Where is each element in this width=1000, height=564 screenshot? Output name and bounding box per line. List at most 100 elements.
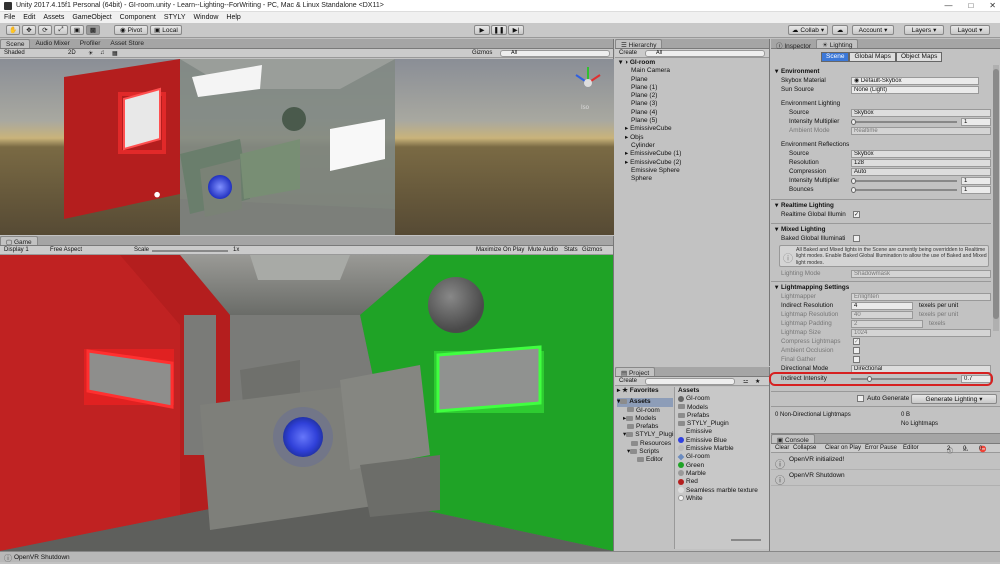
menu-component[interactable]: Component (120, 14, 156, 21)
resolution-dropdown[interactable]: 128 (851, 159, 991, 167)
tab-console[interactable]: ▣ Console (771, 434, 815, 444)
mixed-lighting-header[interactable]: Mixed Lighting (781, 226, 825, 233)
console-message[interactable]: ⓘ OpenVR Shutdown (771, 470, 1000, 487)
project-folder-item[interactable]: ▾ Scripts (617, 448, 673, 456)
intensity-field[interactable]: 1 (961, 118, 991, 126)
scrollbar-thumb[interactable] (993, 69, 999, 319)
hierarchy-item[interactable]: ▸ EmissiveCube (619, 125, 769, 133)
asset-item[interactable]: GI-room (677, 453, 769, 461)
reflection-source-dropdown[interactable]: Skybox (851, 150, 991, 158)
lightmapping-header[interactable]: Lightmapping Settings (781, 284, 849, 291)
hierarchy-item[interactable]: Plane (5) (619, 117, 769, 125)
subtab-global-maps[interactable]: Global Maps (849, 52, 896, 62)
console-message[interactable]: ⓘ OpenVR initialized! (771, 454, 1000, 471)
hierarchy-item[interactable]: ▸ EmissiveCube (2) (619, 159, 769, 167)
auto-generate-checkbox[interactable] (857, 395, 864, 402)
hierarchy-item[interactable]: Sphere (619, 175, 769, 183)
menu-edit[interactable]: Edit (23, 14, 35, 21)
env-source-dropdown[interactable]: Skybox (851, 109, 991, 117)
reflection-intensity-slider[interactable] (851, 178, 957, 184)
asset-item[interactable]: Emissive (678, 428, 769, 436)
reflection-intensity-field[interactable]: 1 (961, 177, 991, 185)
ambient-mode-dropdown[interactable]: Realtime (851, 127, 991, 135)
clear-button[interactable]: Clear (775, 445, 789, 451)
slider-knob[interactable] (851, 187, 856, 193)
play-button[interactable]: ▶ (474, 25, 490, 35)
favorites-item[interactable]: ▸ ★ Favorites (617, 387, 673, 395)
pause-button[interactable]: ❚❚ (491, 25, 507, 35)
asset-item[interactable]: Marble (678, 470, 769, 478)
tab-lighting[interactable]: ☀ Lighting (816, 39, 859, 49)
hierarchy-item[interactable]: Plane (1) (619, 84, 769, 92)
hierarchy-item[interactable]: ▸ Objs (619, 134, 769, 142)
tab-scene[interactable]: Scene (0, 39, 31, 48)
project-create-dropdown[interactable]: Create (619, 378, 637, 384)
asset-item[interactable]: Red (678, 478, 769, 486)
scene-view[interactable]: ⚫ Iso (0, 59, 614, 235)
menu-help[interactable]: Help (226, 14, 240, 21)
lighting-toggle-icon[interactable]: ☀ (88, 50, 93, 57)
menu-gameobject[interactable]: GameObject (72, 14, 111, 21)
scene-gizmos-dropdown[interactable]: Gizmos (472, 50, 492, 56)
compression-dropdown[interactable]: Auto (851, 168, 991, 176)
status-message[interactable]: OpenVR Shutdown (14, 554, 70, 561)
mode-2d-button[interactable]: 2D (68, 50, 76, 56)
asset-item[interactable]: Seamless marble texture (678, 487, 769, 495)
project-folder-item[interactable]: ▾ Assets (617, 398, 673, 407)
minimize-icon[interactable]: — (944, 1, 952, 10)
error-pause-button[interactable]: Error Pause (865, 445, 897, 451)
mute-audio-button[interactable]: Mute Audio (528, 247, 558, 253)
lightmap-size-dropdown[interactable]: 1024 (851, 329, 991, 337)
tab-inspector[interactable]: ⓘ Inspector (771, 39, 816, 50)
intensity-slider[interactable] (851, 119, 957, 125)
realtime-gi-checkbox[interactable]: ✓ (853, 211, 860, 218)
game-gizmos-dropdown[interactable]: Gizmos (582, 247, 602, 253)
transform-tool-icon[interactable]: ▩ (86, 25, 100, 35)
collab-button[interactable]: ☁ Collab ▾ (788, 25, 828, 35)
audio-toggle-icon[interactable]: ♫ (100, 50, 105, 56)
shading-dropdown[interactable]: Shaded (4, 50, 25, 56)
slider-knob[interactable] (851, 178, 856, 184)
asset-item[interactable]: STYLY_Plugin (678, 420, 769, 428)
local-button[interactable]: ▣ Local (150, 25, 182, 35)
project-folder-item[interactable]: ▾ STYLY_Plugin (617, 431, 677, 439)
bounces-field[interactable]: 1 (961, 186, 991, 194)
effects-toggle-icon[interactable]: ▦ (112, 50, 118, 57)
icon-size-slider[interactable] (731, 539, 761, 541)
project-folder-item[interactable]: Resources (617, 440, 673, 448)
subtab-object-maps[interactable]: Object Maps (895, 52, 943, 62)
maximize-on-play-button[interactable]: Maximize On Play (476, 247, 524, 253)
menu-styly[interactable]: STYLY (164, 14, 186, 21)
slider-knob[interactable] (851, 119, 856, 125)
hierarchy-item[interactable]: Emissive Sphere (619, 167, 769, 175)
clear-on-play-button[interactable]: Clear on Play (825, 445, 861, 451)
lightmapper-dropdown[interactable]: Enlighten (851, 293, 991, 301)
hierarchy-item[interactable]: ▸ EmissiveCube (1) (619, 150, 769, 158)
services-cloud-button[interactable]: ☁ (832, 25, 848, 35)
lightmap-resolution-field[interactable]: 40 (851, 311, 913, 319)
stats-button[interactable]: Stats (564, 247, 578, 253)
tab-hierarchy[interactable]: ☰ Hierarchy (615, 39, 663, 49)
hierarchy-search-input[interactable]: All (645, 50, 765, 57)
project-folder-item[interactable]: ▸ Models (617, 415, 673, 423)
menu-file[interactable]: File (4, 14, 15, 21)
hierarchy-item[interactable]: Plane (619, 76, 769, 84)
hierarchy-create-dropdown[interactable]: Create (619, 50, 637, 56)
asset-item[interactable]: GI-room (678, 395, 769, 403)
asset-item[interactable]: Emissive Marble (678, 445, 769, 453)
tab-profiler[interactable]: Profiler (75, 39, 106, 48)
hierarchy-item[interactable]: Plane (3) (619, 100, 769, 108)
layers-dropdown[interactable]: Layers ▾ (904, 25, 944, 35)
pivot-button[interactable]: ◉ Pivot (114, 25, 148, 35)
star-icon[interactable]: ★ (755, 378, 760, 385)
hierarchy-root[interactable]: ▾ ◑ GI-room (619, 59, 769, 67)
close-icon[interactable]: ✕ (989, 1, 996, 10)
ambient-occlusion-checkbox[interactable] (853, 347, 860, 354)
menu-assets[interactable]: Assets (43, 14, 64, 21)
menu-window[interactable]: Window (194, 14, 219, 21)
project-search-input[interactable] (645, 378, 735, 385)
scale-tool-icon[interactable]: ⤢ (54, 25, 68, 35)
inspector-scrollbar[interactable] (993, 65, 999, 331)
generate-lighting-button[interactable]: Generate Lighting ▾ (911, 394, 997, 404)
scale-slider[interactable] (152, 250, 228, 252)
